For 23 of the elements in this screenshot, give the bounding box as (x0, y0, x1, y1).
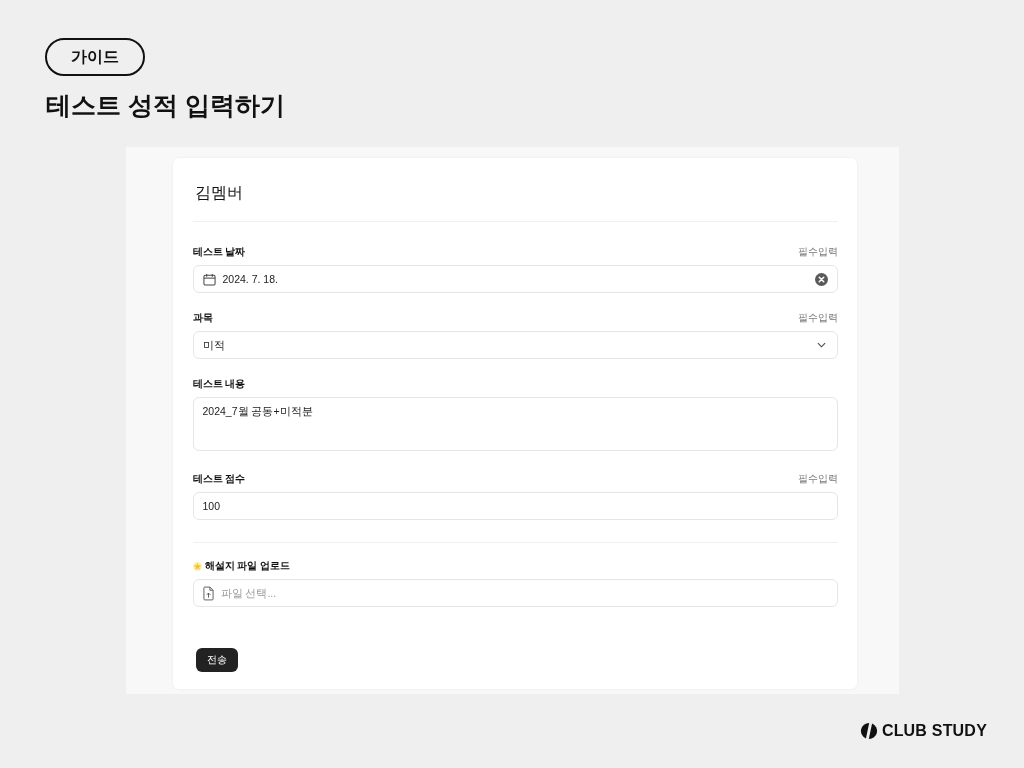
required-note: 필수입력 (797, 473, 838, 485)
page-title: 테스트 성적 입력하기 (46, 90, 285, 120)
field-label: 테스트 날짜 (192, 245, 246, 259)
required-note: 필수입력 (797, 246, 838, 258)
clear-icon[interactable] (814, 272, 828, 286)
field-label: 해설지 파일 업로드 (204, 559, 291, 573)
file-upload-icon (202, 585, 214, 601)
calendar-icon (202, 272, 216, 286)
member-name: 김멤버 (194, 183, 243, 203)
required-note: 필수입력 (797, 312, 838, 324)
field-label: 테스트 점수 (192, 472, 246, 486)
brand-logo-icon (859, 722, 878, 740)
text-area[interactable]: 2024_7월 공동+미적분 (192, 397, 838, 451)
text-field[interactable]: 100 (192, 492, 838, 520)
guide-badge: 가이드 (45, 38, 145, 76)
submit-button[interactable]: 전송 (195, 648, 238, 672)
brand-name: CLUB STUDY (881, 722, 987, 740)
select-dropdown[interactable]: 미적 (192, 331, 838, 359)
field-label: 테스트 내용 (192, 377, 246, 391)
date-field[interactable]: 2024. 7. 18. (192, 265, 838, 293)
chevron-down-icon (816, 342, 826, 348)
sparkle-icon (192, 561, 202, 571)
field-label: 과목 (192, 311, 213, 325)
